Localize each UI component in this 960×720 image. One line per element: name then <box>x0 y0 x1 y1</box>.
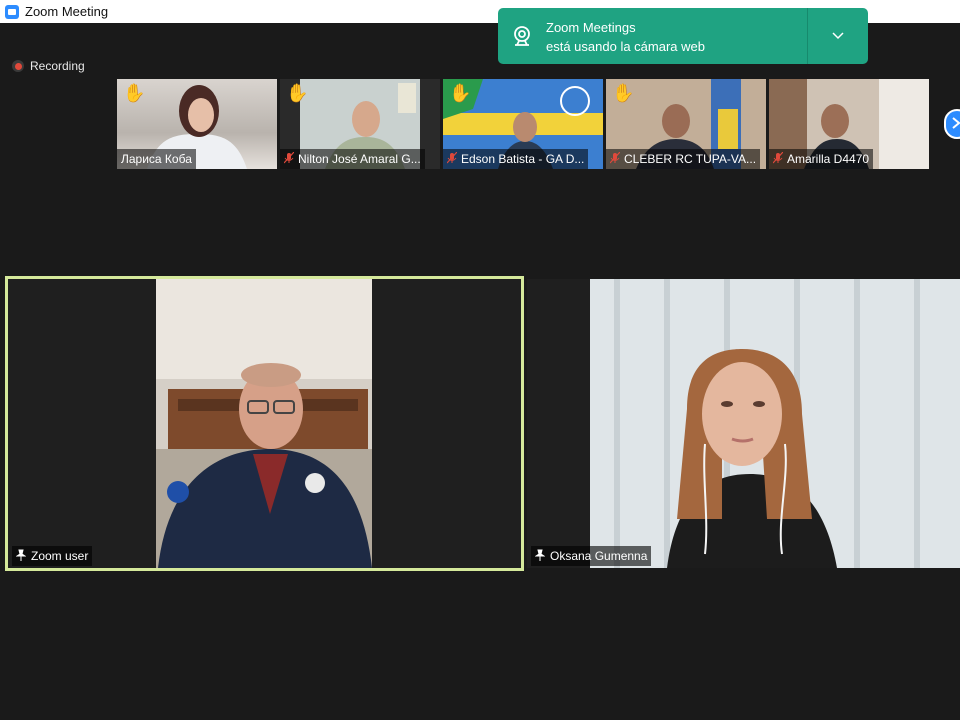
recording-indicator[interactable]: Recording <box>12 59 85 73</box>
participant-name: Edson Batista - GA D... <box>461 152 585 166</box>
participant-thumbnail[interactable]: Amarilla D4470 <box>769 79 929 169</box>
participant-name: Лариса Коба <box>121 152 192 166</box>
participant-name-tag: Nilton José Amaral G... <box>280 149 425 169</box>
participant-thumbnail[interactable]: ✋ Edson Batista - GA D... <box>443 79 603 169</box>
zoom-app-icon <box>5 4 19 19</box>
raised-hand-icon: ✋ <box>286 83 309 103</box>
participant-name: Oksana Gumenna <box>550 549 648 563</box>
video-tile[interactable]: Oksana Gumenna <box>527 279 960 568</box>
mic-muted-icon <box>446 151 458 167</box>
pin-icon <box>15 549 27 564</box>
participant-thumbnail[interactable]: ✋ Nilton José Amaral G... <box>280 79 440 169</box>
notification-text: Zoom Meetings está usando la cámara web <box>546 8 807 64</box>
mic-muted-icon <box>609 151 621 167</box>
participant-name-tag: Zoom user <box>12 546 93 566</box>
notification-message: está usando la cámara web <box>546 39 705 54</box>
raised-hand-icon: ✋ <box>449 83 472 103</box>
webcam-icon <box>498 8 546 64</box>
participant-name-tag: Лариса Коба <box>117 149 196 169</box>
record-icon <box>12 60 24 72</box>
next-page-button[interactable] <box>944 109 960 139</box>
participant-name-tag: CLEBER RC TUPA-VA... <box>606 149 761 169</box>
window-title: Zoom Meeting <box>25 4 109 19</box>
participant-thumbnail[interactable]: ✋ CLEBER RC TUPA-VA... <box>606 79 766 169</box>
participant-video <box>527 279 960 568</box>
mic-muted-icon <box>283 151 295 167</box>
participant-name: CLEBER RC TUPA-VA... <box>624 152 757 166</box>
participant-thumbnail[interactable]: ✋ Лариса Коба <box>117 79 277 169</box>
participant-name: Nilton José Amaral G... <box>298 152 421 166</box>
participant-name: Amarilla D4470 <box>787 152 870 166</box>
notification-app-name: Zoom Meetings <box>546 20 636 35</box>
raised-hand-icon: ✋ <box>123 83 146 103</box>
camera-usage-notification[interactable]: Zoom Meetings está usando la cámara web <box>498 8 868 64</box>
recording-label: Recording <box>30 59 85 73</box>
pin-icon <box>534 549 546 564</box>
participant-video <box>8 279 521 568</box>
meeting-stage: Recording Zoom Meetings está usando la c… <box>0 8 960 720</box>
video-tile-active-speaker[interactable]: Zoom user <box>5 276 524 571</box>
participant-name-tag: Amarilla D4470 <box>769 149 874 169</box>
participant-name-tag: Edson Batista - GA D... <box>443 149 589 169</box>
participant-name-tag: Oksana Gumenna <box>531 546 652 566</box>
mic-muted-icon <box>772 151 784 167</box>
raised-hand-icon: ✋ <box>612 83 635 103</box>
participant-name: Zoom user <box>31 549 89 563</box>
chevron-right-icon <box>951 116 960 132</box>
chevron-down-icon[interactable] <box>808 8 868 64</box>
